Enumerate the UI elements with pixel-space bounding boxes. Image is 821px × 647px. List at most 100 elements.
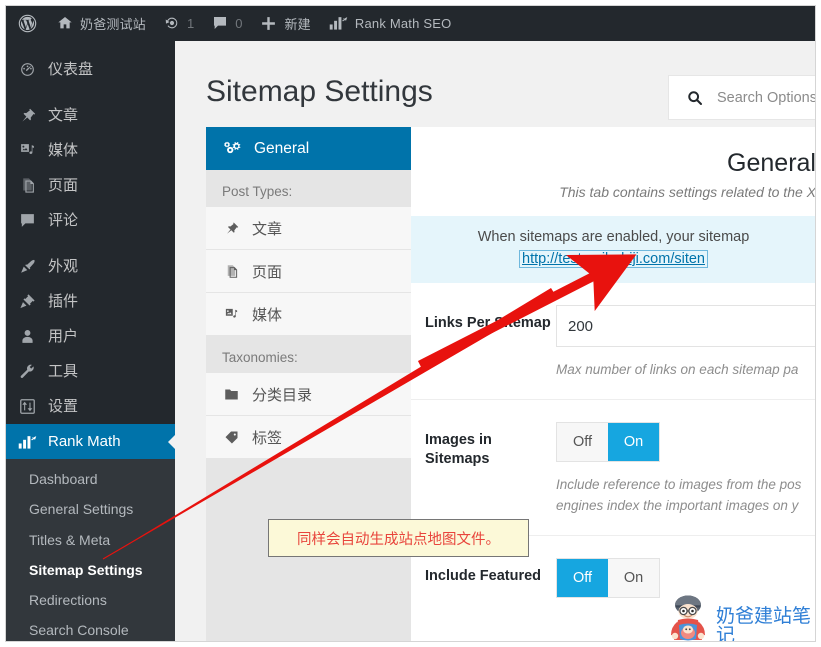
tag-icon	[222, 430, 240, 445]
wp-admin-bar: 奶爸测试站 1 0 新建 Rank Math SEO	[5, 5, 816, 41]
sidebar-item-label: 媒体	[48, 142, 79, 159]
search-input[interactable]	[715, 88, 816, 107]
tab-label: 页面	[252, 263, 283, 281]
sitemap-url-link[interactable]: http://test.naibabiji.com/siten	[519, 250, 708, 268]
panel-description: This tab contains settings related to th…	[559, 184, 816, 200]
tab-post-type-media[interactable]: 媒体	[206, 293, 411, 336]
updates-icon	[164, 15, 180, 31]
panel-header: General This tab contains settings relat…	[411, 149, 816, 200]
sidebar-item-comments[interactable]: 评论	[5, 203, 175, 238]
tab-group-taxonomies-label: Taxonomies:	[222, 350, 298, 365]
sidebar-item-media[interactable]: 媒体	[5, 133, 175, 168]
sidebar-item-dashboard[interactable]: 仪表盘	[5, 52, 175, 87]
settings-tab-list: General Post Types: 文章 页面 媒体 Taxonomies:…	[206, 127, 411, 642]
new-content-label: 新建	[284, 16, 311, 32]
pin-icon	[17, 107, 37, 124]
tools-icon	[17, 363, 37, 380]
sidebar-item-label: 评论	[48, 212, 79, 229]
sidebar-item-rank-math[interactable]: Rank Math	[5, 424, 175, 459]
sidebar-item-pages[interactable]: 页面	[5, 168, 175, 203]
sidebar-item-label: 设置	[48, 398, 79, 415]
row-field: Max number of links on each sitemap pa	[556, 305, 816, 381]
tab-taxonomy-category[interactable]: 分类目录	[206, 373, 411, 416]
gears-icon	[222, 140, 242, 158]
home-icon	[57, 15, 73, 31]
toggle-off-option[interactable]: Off	[557, 558, 608, 597]
row-help-text: Max number of links on each sitemap pa	[556, 362, 799, 377]
sidebar-item-tools[interactable]: 工具	[5, 354, 175, 389]
site-name-menu[interactable]: 奶爸测试站	[48, 5, 155, 41]
settings-panel: General This tab contains settings relat…	[411, 127, 816, 642]
links-per-sitemap-input[interactable]	[556, 305, 816, 347]
tab-label: 标签	[252, 429, 283, 447]
media-icon	[222, 307, 240, 322]
rank-math-seo-menu[interactable]: Rank Math SEO	[320, 5, 461, 41]
plus-icon	[260, 15, 277, 32]
submenu-item-titles-meta[interactable]: Titles & Meta	[5, 525, 175, 555]
submenu-item-redirections[interactable]: Redirections	[5, 585, 175, 615]
toggle-off-option[interactable]: Off	[557, 422, 608, 461]
sidebar-item-label: 外观	[48, 258, 79, 275]
submenu-item-search-console[interactable]: Search Console	[5, 615, 175, 642]
submenu-item-general-settings[interactable]: General Settings	[5, 494, 175, 524]
include-featured-toggle[interactable]: Off On	[556, 557, 660, 598]
submenu-item-sitemap-settings[interactable]: Sitemap Settings	[5, 555, 175, 585]
tab-taxonomy-tag[interactable]: 标签	[206, 416, 411, 459]
sidebar-item-label: Rank Math	[48, 433, 121, 450]
comment-icon	[17, 212, 37, 229]
settings-container: General Post Types: 文章 页面 媒体 Taxonomies:…	[206, 127, 816, 642]
sidebar-item-posts[interactable]: 文章	[5, 98, 175, 133]
sidebar-item-label: 仪表盘	[48, 61, 94, 78]
toggle-on-option[interactable]: On	[608, 422, 659, 461]
row-label: Include Featured	[425, 567, 542, 584]
tab-post-type-pages[interactable]: 页面	[206, 250, 411, 293]
tab-label: 文章	[252, 220, 283, 238]
search-options-box[interactable]	[668, 75, 816, 120]
tab-general[interactable]: General	[206, 127, 411, 170]
tab-label: 分类目录	[252, 386, 313, 404]
new-content-menu[interactable]: 新建	[251, 5, 319, 41]
row-images-in-sitemaps: Images in Sitemaps Off On Include refere…	[411, 400, 816, 536]
tab-post-type-posts[interactable]: 文章	[206, 207, 411, 250]
media-icon	[17, 142, 37, 159]
sidebar-item-label: 用户	[48, 328, 79, 345]
folder-icon	[222, 387, 240, 402]
rank-math-icon	[17, 434, 37, 450]
menu-spacer	[5, 87, 175, 98]
toggle-on-option[interactable]: On	[608, 558, 659, 597]
menu-spacer	[5, 238, 175, 249]
wordpress-logo-menu[interactable]	[5, 5, 48, 41]
notice-text: When sitemaps are enabled, your sitemap	[477, 229, 750, 245]
rank-math-submenu: Dashboard General Settings Titles & Meta…	[5, 459, 175, 642]
page-title: Sitemap Settings	[206, 75, 433, 108]
images-in-sitemaps-toggle[interactable]: Off On	[556, 421, 660, 462]
annotation-callout-text: 同样会自动生成站点地图文件。	[297, 531, 500, 548]
pin-icon	[222, 221, 240, 236]
sidebar-item-appearance[interactable]: 外观	[5, 249, 175, 284]
mascot-icon	[662, 592, 714, 647]
rank-math-seo-label: Rank Math SEO	[354, 15, 452, 31]
settings-icon	[17, 398, 37, 415]
rank-math-icon	[329, 15, 348, 31]
row-label: Links Per Sitemap	[425, 315, 551, 331]
sidebar-item-label: 插件	[48, 293, 79, 310]
updates-count: 1	[187, 15, 195, 31]
sitemap-url-notice: When sitemaps are enabled, your sitemap …	[411, 216, 816, 283]
sidebar-item-users[interactable]: 用户	[5, 319, 175, 354]
wordpress-logo-icon	[17, 13, 38, 34]
plugin-icon	[17, 293, 37, 310]
sidebar-item-label: 文章	[48, 107, 79, 124]
tab-group-post-types-label: Post Types:	[222, 184, 293, 199]
comments-menu[interactable]: 0	[203, 5, 251, 41]
page-icon	[222, 264, 240, 279]
appearance-icon	[17, 258, 37, 275]
sidebar-item-settings[interactable]: 设置	[5, 389, 175, 424]
sidebar-item-label: 页面	[48, 177, 79, 194]
tab-general-label: General	[254, 139, 310, 157]
sidebar-item-plugins[interactable]: 插件	[5, 284, 175, 319]
comments-count: 0	[235, 15, 243, 31]
updates-menu[interactable]: 1	[155, 5, 203, 41]
submenu-item-dashboard[interactable]: Dashboard	[5, 464, 175, 494]
row-help-text: Include reference to images from the pos…	[556, 476, 802, 513]
screenshot-root: 奶爸测试站 1 0 新建 Rank Math SEO 仪表盘 文章 媒体 页面 …	[0, 0, 821, 647]
